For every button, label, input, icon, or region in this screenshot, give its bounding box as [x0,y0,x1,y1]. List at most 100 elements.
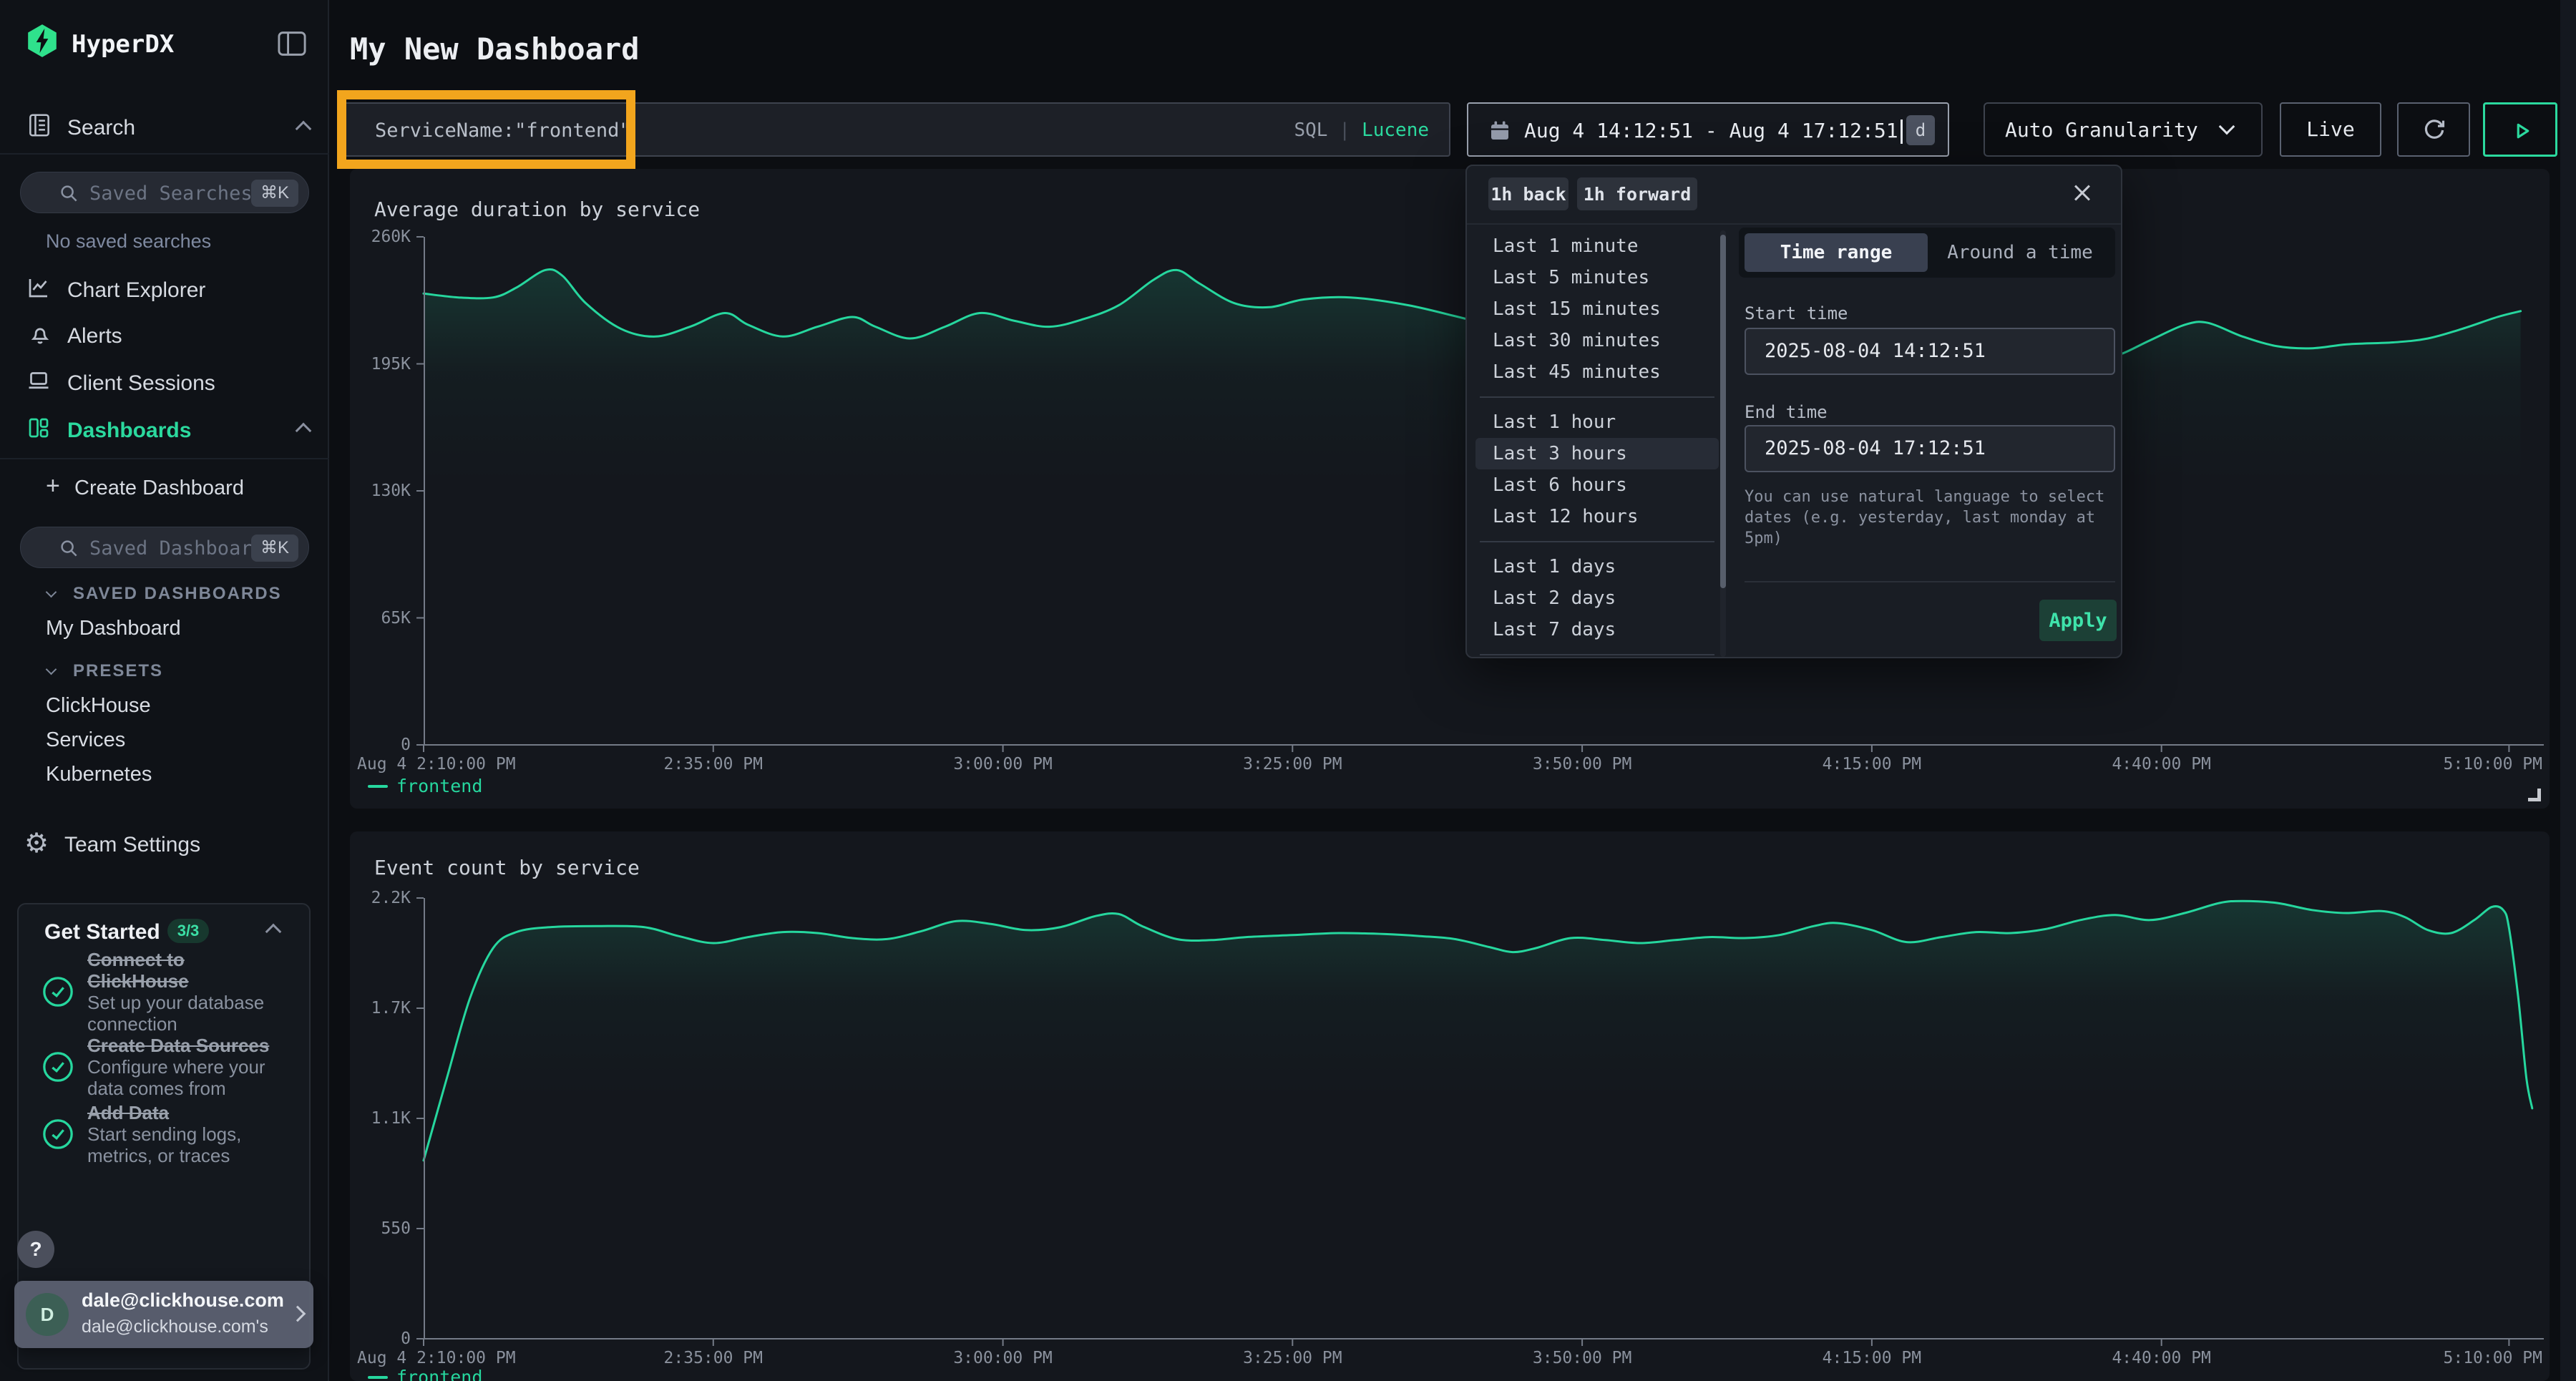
sidebar-item-team-settings[interactable]: ⚙ Team Settings [0,824,329,866]
highlight-annotation [337,90,635,169]
time-range-option[interactable]: Last 1 hour [1475,406,1719,438]
sidebar-collapse-icon[interactable] [276,30,308,57]
saved-dashboards-input[interactable]: Saved Dashboards ⌘K [20,527,309,568]
time-range-option[interactable]: Last 6 hours [1475,469,1719,501]
get-started-step[interactable]: Create Data Sources Configure where your… [42,1035,293,1099]
time-range-option[interactable]: Last 7 days [1475,614,1719,645]
section-presets[interactable]: PRESETS [0,658,329,687]
y-axis-tick-label: 2.2K [343,889,411,907]
line-chart-icon [26,275,52,301]
refresh-button[interactable] [2397,102,2470,157]
section-label: PRESETS [73,661,163,681]
end-time-input[interactable]: 2025-08-04 17:12:51 [1745,425,2115,472]
saved-searches-input[interactable]: Saved Searches ⌘K [20,172,309,213]
preset-link-clickhouse[interactable]: ClickHouse [46,694,151,718]
query-language-toggle: SQL | Lucene [1294,119,1429,141]
time-range-option[interactable]: Last 30 minutes [1475,325,1719,356]
chevron-up-icon [296,423,312,439]
sidebar-item-chart-explorer[interactable]: Chart Explorer [0,269,329,311]
sidebar-item-label: Dashboards [67,419,191,443]
legend-dash-icon [368,1376,388,1379]
get-started-step[interactable]: Add Data Start sending logs, metrics, or… [42,1102,293,1166]
play-icon [2508,117,2535,145]
granularity-value: Auto Granularity [2005,118,2198,142]
chart-legend: frontend [368,1367,482,1381]
sidebar-item-label: Chart Explorer [67,278,205,303]
no-saved-searches-text: No saved searches [46,230,211,253]
time-range-option[interactable]: Last 2 days [1475,582,1719,614]
laptop-icon [26,368,52,394]
one-hour-back-button[interactable]: 1h back [1488,177,1568,210]
time-range-option[interactable]: Last 45 minutes [1475,356,1719,388]
text-cursor [1901,119,1903,144]
page-title: My New Dashboard [350,31,640,67]
check-circle-icon [42,1050,74,1083]
time-range-option[interactable]: Last 1 minute [1475,230,1719,262]
divider [1480,654,1714,655]
time-range-input[interactable]: Aug 4 14:12:51 - Aug 4 17:12:51 d [1467,102,1949,157]
close-icon[interactable] [2068,179,2097,208]
preset-link-services[interactable]: Services [46,728,125,752]
sidebar-item-client-sessions[interactable]: Client Sessions [0,362,329,404]
divider [1467,223,2121,225]
sidebar-item-alerts[interactable]: Alerts [0,315,329,356]
saved-searches-placeholder: Saved Searches [89,182,253,205]
legend-series-name[interactable]: frontend [396,1367,482,1381]
divider [1480,541,1714,542]
dashboard-link-my-dashboard[interactable]: My Dashboard [46,617,181,640]
y-axis-tick-label: 0 [343,1329,411,1348]
divider [0,153,329,155]
line-chart[interactable]: 05501.1K1.7K2.2KAug 4 2:10:00 PM2:35:00 … [424,898,2544,1339]
start-time-input[interactable]: 2025-08-04 14:12:51 [1745,328,2115,375]
chevron-down-icon [2219,119,2235,135]
avatar: D [26,1293,69,1336]
preset-link-kubernetes[interactable]: Kubernetes [46,763,152,786]
live-label: Live [2306,117,2354,141]
hyperdx-app: HyperDX Search Save [0,0,2576,1381]
get-started-step[interactable]: Connect to ClickHouse Set up your databa… [42,949,293,1035]
y-axis-tick-label: 195K [343,355,411,374]
section-saved-dashboards[interactable]: SAVED DASHBOARDS [0,581,329,610]
tab-time-range[interactable]: Time range [1745,233,1928,272]
legend-series-name[interactable]: frontend [396,776,482,796]
time-range-option[interactable]: Last 3 hours [1475,438,1719,469]
bell-icon [27,321,53,346]
sql-toggle[interactable]: SQL [1294,119,1327,141]
step-title: Create Data Sources [87,1035,269,1056]
sidebar-item-search[interactable]: Search [0,107,329,149]
step-desc: Start sending logs, metrics, or traces [87,1123,241,1166]
progress-badge: 3/3 [167,919,209,943]
chevron-right-icon [290,1306,306,1322]
play-button[interactable] [2483,102,2557,157]
time-range-option[interactable]: Last 15 minutes [1475,293,1719,325]
time-range-option[interactable]: Last 1 days [1475,551,1719,582]
popup-scrollbar[interactable] [1720,230,1726,657]
tab-around-a-time[interactable]: Around a time [1931,233,2109,272]
user-menu[interactable]: D dale@clickhouse.com dale@clickhouse.co… [14,1281,313,1348]
one-hour-forward-button[interactable]: 1h forward [1577,177,1697,210]
shortcut-badge: ⌘K [251,180,298,207]
time-range-option[interactable]: Last 12 hours [1475,501,1719,532]
apply-button[interactable]: Apply [2039,600,2117,641]
x-axis-tick-label: 2:35:00 PM [606,1349,821,1367]
time-range-option[interactable]: Last 5 minutes [1475,262,1719,293]
chevron-up-icon[interactable] [265,924,282,940]
granularity-select[interactable]: Auto Granularity [1984,102,2263,157]
create-dashboard-button[interactable]: + Create Dashboard [0,469,329,507]
sidebar-item-dashboards[interactable]: Dashboards [0,409,329,451]
resize-handle-icon[interactable] [2528,789,2541,801]
log-search-icon [26,112,53,139]
chart-legend: frontend [368,776,482,796]
live-button[interactable]: Live [2280,102,2381,157]
chart-panel-avg-duration: Average duration by service 065K130K195K… [350,169,2550,809]
page-scrollbar[interactable] [2560,0,2576,1381]
hyperdx-logo-icon [24,23,60,59]
x-axis-tick-label: 2:35:00 PM [606,755,821,774]
time-mode-tabs: Time range Around a time [1739,228,2115,278]
search-icon [58,182,79,204]
help-button[interactable]: ? [17,1231,54,1268]
y-axis-tick-label: 1.7K [343,999,411,1018]
scrollbar-thumb[interactable] [1720,235,1726,588]
chart-title: Average duration by service [374,197,700,221]
lucene-toggle[interactable]: Lucene [1362,119,1429,141]
